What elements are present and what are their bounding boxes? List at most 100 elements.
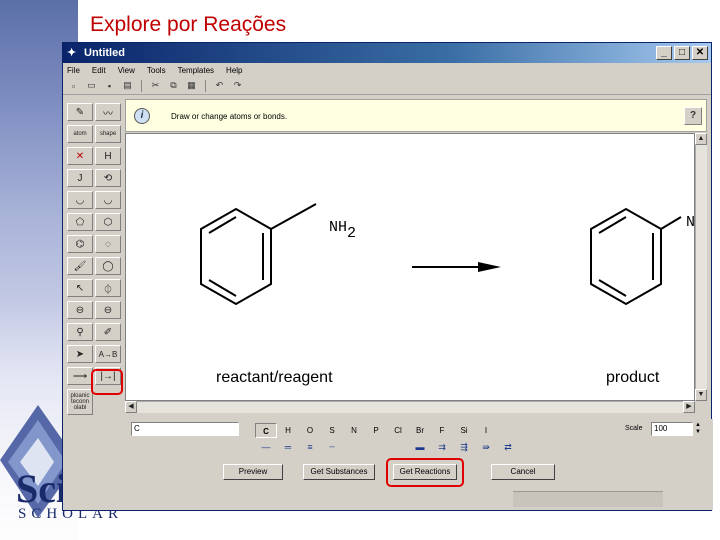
window-titlebar[interactable]: ✦ Untitled _ □ ✕ xyxy=(63,43,711,63)
pencil-icon[interactable]: ✎ xyxy=(67,103,93,121)
atom-si-button[interactable]: Si xyxy=(453,423,475,438)
atom-tool-button[interactable]: atom xyxy=(67,125,93,143)
scale-spinner[interactable]: ▲ ▼ xyxy=(693,422,703,436)
bracket-tool-button[interactable]: J xyxy=(67,169,93,187)
reaction-mapping-button[interactable]: A→B xyxy=(95,345,121,363)
vertical-scrollbar[interactable]: ▲ ▼ xyxy=(695,133,707,401)
structure-editor-window: ✦ Untitled _ □ ✕ File Edit View Tools Te… xyxy=(62,42,713,511)
open-folder-icon[interactable]: ▭ xyxy=(85,80,98,92)
atom-c-button[interactable]: C xyxy=(255,423,277,438)
ring-6-icon[interactable]: ⬡ xyxy=(95,213,121,231)
atom-br-button[interactable]: Br xyxy=(409,423,431,438)
hashed-bond-icon[interactable]: ⇉ xyxy=(431,441,453,453)
cancel-button[interactable]: Cancel xyxy=(491,464,555,480)
atom-label: atom xyxy=(73,131,87,137)
lasso-icon[interactable]: ⟲ xyxy=(95,169,121,187)
help-icon[interactable]: ? xyxy=(684,107,702,125)
reactant-benzene-ring xyxy=(200,203,317,306)
toolbar-separator xyxy=(205,79,206,92)
atom-cl-button[interactable]: Cl xyxy=(387,423,409,438)
slide-title: Explore por Reações xyxy=(90,13,287,36)
double-bond-icon[interactable]: ═ xyxy=(277,441,299,453)
arrow-line-icon[interactable]: ⟶ xyxy=(67,367,93,385)
benzene-icon[interactable]: ⌬ xyxy=(67,235,93,253)
menu-file[interactable]: File xyxy=(67,66,80,75)
atom-buttons: C H O S N P Cl Br F Si I xyxy=(255,423,497,438)
maximize-button[interactable]: □ xyxy=(674,46,690,60)
ring-5-icon[interactable]: ⬠ xyxy=(67,213,93,231)
bold-bond-icon[interactable]: ⇛ xyxy=(475,441,497,453)
scale-input[interactable]: 100 xyxy=(651,422,693,436)
new-file-icon[interactable]: ▫ xyxy=(67,80,80,92)
single-bond-icon[interactable]: — xyxy=(255,441,277,453)
atom-o-button[interactable]: O xyxy=(299,423,321,438)
redo-icon[interactable]: ↷ xyxy=(231,80,244,92)
comment-icon[interactable]: ◯ xyxy=(95,257,121,275)
bond-tool-icon[interactable]: ⚲ xyxy=(67,323,93,341)
ring-7-icon[interactable]: ◌ xyxy=(95,235,121,253)
minus-charge-icon[interactable]: ⊖ xyxy=(67,301,93,319)
wavy-bond-icon[interactable]: ⇶ xyxy=(453,441,475,453)
scroll-right-icon[interactable]: ▶ xyxy=(683,401,695,413)
cut-icon[interactable]: ✂ xyxy=(149,80,162,92)
menu-templates[interactable]: Templates xyxy=(178,66,214,75)
atom-to-b-label: A→B xyxy=(98,349,118,359)
print-icon[interactable]: ▤ xyxy=(121,80,134,92)
dashed-bond-icon[interactable]: ┄ xyxy=(321,441,343,453)
ring-4-icon[interactable]: ◡ xyxy=(95,191,121,209)
h-label: H xyxy=(104,150,112,162)
scroll-left-icon[interactable]: ◀ xyxy=(125,401,137,413)
message-bar: i Draw or change atoms or bonds. ? xyxy=(125,99,707,132)
atom-i-button[interactable]: I xyxy=(475,423,497,438)
shape-label: shape xyxy=(99,131,117,137)
menu-edit[interactable]: Edit xyxy=(92,66,106,75)
text-tool-label: ploanic teconn olabl xyxy=(70,393,90,411)
wedge-bond-icon[interactable]: ▬ xyxy=(409,441,431,453)
logo-sci-text: Sci xyxy=(16,466,68,511)
chain-icon[interactable]: 〰 xyxy=(95,103,121,121)
bond-buttons: — ═ ≡ ┄ ▬ ⇉ ⇶ ⇛ ⇄ xyxy=(255,441,519,453)
product-benzene-ring xyxy=(590,207,682,306)
j-label: J xyxy=(77,172,83,184)
bottom-panel: C C H O S N P Cl Br F Si I — ═ ≡ ┄ ▬ ⇉ ⇶… xyxy=(63,419,713,510)
menu-view[interactable]: View xyxy=(118,66,135,75)
highlight-get-reactions xyxy=(386,458,464,487)
text-tool-button[interactable]: ploanic teconn olabl xyxy=(67,389,93,415)
close-button[interactable]: ✕ xyxy=(692,46,708,60)
atom-input[interactable]: C xyxy=(131,422,239,436)
undo-icon[interactable]: ↶ xyxy=(213,80,226,92)
menu-help[interactable]: Help xyxy=(226,66,242,75)
shape-tool-button[interactable]: shape xyxy=(95,125,121,143)
ring-3-icon[interactable]: ◡ xyxy=(67,191,93,209)
get-substances-button[interactable]: Get Substances xyxy=(303,464,375,480)
bond-edit-icon[interactable]: ✐ xyxy=(95,323,121,341)
horizontal-scrollbar[interactable]: ◀ ▶ xyxy=(125,401,695,413)
minus-small-icon[interactable]: ⊖ xyxy=(95,301,121,319)
reaction-arrow xyxy=(412,262,501,272)
atom-p-button[interactable]: P xyxy=(365,423,387,438)
atom-h-button[interactable]: H xyxy=(277,423,299,438)
pointer-icon[interactable]: ➤ xyxy=(67,345,93,363)
save-icon[interactable]: ▪ xyxy=(103,80,116,92)
any-bond-icon[interactable]: ⇄ xyxy=(497,441,519,453)
lock-icon[interactable]: ⏀ xyxy=(95,279,121,297)
scroll-down-icon[interactable]: ▼ xyxy=(695,389,707,401)
slide: Explore por Reações Sci SCHOLAR ✦ Untitl… xyxy=(0,0,720,540)
minimize-button[interactable]: _ xyxy=(656,46,672,60)
menu-tools[interactable]: Tools xyxy=(147,66,166,75)
scroll-up-icon[interactable]: ▲ xyxy=(695,133,707,145)
brush-icon[interactable]: 🖌 xyxy=(67,257,93,275)
triple-bond-icon[interactable]: ≡ xyxy=(299,441,321,453)
drawing-canvas[interactable]: NH2 NO2 reactant/reagent product xyxy=(125,133,713,401)
hydrogen-tool-button[interactable]: H xyxy=(95,147,121,165)
atom-n-button[interactable]: N xyxy=(343,423,365,438)
eraser-icon[interactable]: ✕ xyxy=(67,147,93,165)
copy-icon[interactable]: ⧉ xyxy=(167,80,180,92)
select-arrow-icon[interactable]: ↖ xyxy=(67,279,93,297)
atom-s-button[interactable]: S xyxy=(321,423,343,438)
menu-bar: File Edit View Tools Templates Help xyxy=(63,63,711,77)
atom-f-button[interactable]: F xyxy=(431,423,453,438)
preview-button[interactable]: Preview xyxy=(223,464,283,480)
app-icon: ✦ xyxy=(67,47,77,59)
paste-icon[interactable]: ▦ xyxy=(185,80,198,92)
